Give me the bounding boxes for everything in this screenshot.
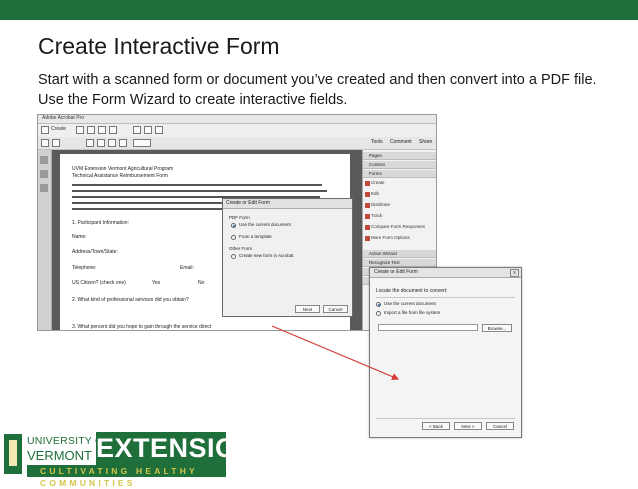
attachments-icon[interactable]: [40, 184, 48, 192]
logo-tagline: CULTIVATING HEALTHY COMMUNITIES: [40, 466, 198, 488]
dialog-heading: Locate the document to convert:: [376, 288, 448, 294]
acrobat-secondary-toolbar: Tools Comment Share: [38, 137, 436, 150]
divider: [376, 297, 515, 298]
section-recognize-text[interactable]: Recognize Text: [363, 259, 436, 267]
section-action-wizard[interactable]: Action Wizard: [363, 250, 436, 258]
bookmarks-icon[interactable]: [40, 170, 48, 178]
zoom-out-icon[interactable]: [108, 139, 116, 147]
doc-line: Yes: [152, 280, 161, 286]
tab-tools[interactable]: Tools: [368, 139, 386, 145]
forms-item-more[interactable]: More Form Options: [371, 235, 410, 240]
doc-line: Technical Assistance Reimbursement Form: [72, 173, 168, 179]
doc-text-block: [72, 190, 327, 192]
doc-line: UVM Extension Vermont Agricultural Progr…: [72, 166, 174, 172]
pdf-form-label: PDF Form: [229, 215, 250, 220]
doc-line: Email:: [180, 265, 194, 271]
settings-icon[interactable]: [133, 126, 141, 134]
previous-page-icon[interactable]: [41, 139, 49, 147]
uvm-extension-logo: UNIVERSITY OF VERMONT EXTENSION CULTIVAT…: [0, 430, 257, 488]
distribute-icon: [365, 203, 370, 208]
next-button[interactable]: Next: [295, 305, 320, 313]
review-icon[interactable]: [155, 126, 163, 134]
acrobat-window-title: Adobe Acrobat Pro: [42, 115, 84, 121]
other-form-label: Other Form: [229, 246, 253, 251]
page-thumbnails-icon[interactable]: [40, 156, 48, 164]
divider: [376, 418, 515, 419]
doc-line: US Citizen? (check one): [72, 280, 126, 286]
navigation-panel: [38, 150, 52, 330]
uvm-emblem-icon: [4, 434, 22, 474]
radio-template[interactable]: [231, 235, 236, 240]
save-icon[interactable]: [87, 126, 95, 134]
top-green-bar: [0, 0, 638, 20]
doc-line: 1. Participant Information:: [72, 220, 129, 226]
slide-body-text: Start with a scanned form or document yo…: [38, 72, 597, 108]
tab-share[interactable]: Share: [416, 139, 435, 145]
acrobat-main-toolbar: Create: [38, 124, 436, 138]
doc-text-block: [72, 184, 322, 186]
slide-title: Create Interactive Form: [38, 33, 280, 59]
edit-form-icon: [365, 192, 370, 197]
browse-button[interactable]: Browse...: [482, 324, 512, 332]
file-path-input[interactable]: [378, 324, 478, 331]
create-form-dialog-large: Create or Edit Form X Locate the documen…: [369, 267, 522, 438]
forms-item-compare[interactable]: Compare Form Responses: [371, 224, 425, 229]
logo-vermont: VERMONT: [27, 448, 92, 463]
create-form-icon: [365, 181, 370, 186]
forms-item-edit[interactable]: Edit: [371, 191, 379, 196]
create-button[interactable]: Create: [51, 126, 66, 134]
tab-comment[interactable]: Comment: [387, 139, 415, 145]
doc-line: Address/Town/State:: [72, 249, 118, 255]
cancel-button[interactable]: Cancel: [323, 305, 348, 313]
doc-line: Telephone:: [72, 265, 97, 271]
track-icon: [365, 214, 370, 219]
pdf-icon[interactable]: [41, 126, 49, 134]
zoom-in-icon[interactable]: [119, 139, 127, 147]
back-button[interactable]: < Back: [422, 422, 450, 430]
cancel-button[interactable]: Cancel: [486, 422, 514, 430]
option-new-form: Create new form in Acrobat: [239, 253, 294, 258]
forms-item-create[interactable]: Create: [371, 180, 385, 185]
email-icon[interactable]: [109, 126, 117, 134]
radio-current-document[interactable]: [376, 302, 381, 307]
radio-import-file[interactable]: [376, 311, 381, 316]
radio-new-form[interactable]: [231, 254, 236, 259]
dialog-title: Create or Edit Form: [374, 269, 418, 275]
doc-line: No: [198, 280, 205, 286]
radio-current-document[interactable]: [231, 223, 236, 228]
doc-text-block: [72, 208, 222, 210]
print-icon[interactable]: [98, 126, 106, 134]
forms-item-track[interactable]: Track: [371, 213, 382, 218]
dialog-title-bar: Create or Edit Form X: [370, 268, 521, 278]
acrobat-title-bar: Adobe Acrobat Pro: [38, 115, 436, 124]
option-import-file: Import a file from file system: [384, 310, 441, 315]
next-page-icon[interactable]: [52, 139, 60, 147]
close-icon[interactable]: X: [510, 269, 519, 277]
logo-extension: EXTENSION: [96, 432, 257, 465]
dialog-title: Create or Edit Form: [223, 199, 352, 209]
section-pages[interactable]: Pages: [363, 152, 436, 160]
option-current-document: Use the current document: [384, 301, 436, 306]
more-options-icon: [365, 236, 370, 241]
section-forms[interactable]: Forms: [363, 170, 436, 178]
doc-line: 3. What percent did you hope to gain thr…: [72, 324, 212, 330]
create-form-dialog-small: Create or Edit Form PDF Form Use the cur…: [222, 198, 353, 317]
option-current-document: Use the current document: [239, 222, 291, 227]
doc-line: Name:: [72, 234, 87, 240]
compare-icon: [365, 225, 370, 230]
select-tool-icon[interactable]: [86, 139, 94, 147]
comment-icon[interactable]: [144, 126, 152, 134]
option-template: From a template: [239, 234, 272, 239]
section-content[interactable]: Content: [363, 161, 436, 169]
hand-tool-icon[interactable]: [97, 139, 105, 147]
next-button[interactable]: Next >: [454, 422, 482, 430]
open-icon[interactable]: [76, 126, 84, 134]
zoom-field[interactable]: [133, 139, 151, 147]
doc-line: 2. What kind of professional services di…: [72, 297, 189, 303]
forms-item-distribute[interactable]: Distribute: [371, 202, 390, 207]
